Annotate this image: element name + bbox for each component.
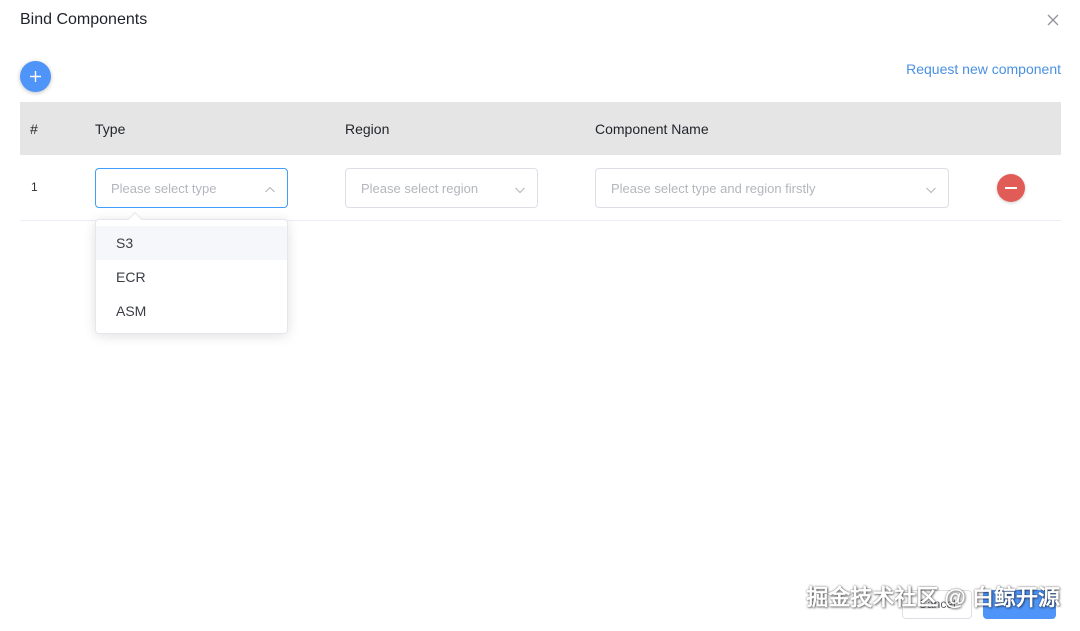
- row-number: 1: [31, 180, 38, 194]
- region-select-placeholder: Please select region: [361, 181, 479, 196]
- header-component-name: Component Name: [595, 121, 709, 137]
- header-num: #: [30, 121, 38, 137]
- header-type: Type: [95, 121, 126, 137]
- close-icon: [1044, 11, 1062, 29]
- minus-icon: [1005, 187, 1017, 189]
- remove-row-button[interactable]: [997, 174, 1025, 202]
- chevron-up-icon: [264, 183, 276, 195]
- type-dropdown: S3 ECR ASM: [95, 211, 288, 334]
- type-select[interactable]: Please select type: [95, 168, 288, 208]
- table-header: # Type Region Component Name: [20, 102, 1061, 155]
- header-region: Region: [345, 121, 390, 137]
- type-option-asm[interactable]: ASM: [96, 294, 287, 328]
- table-row: 1 Please select type Please select regio…: [20, 155, 1061, 221]
- chevron-down-icon: [925, 183, 937, 195]
- region-select[interactable]: Please select region: [345, 168, 538, 208]
- component-name-select[interactable]: Please select type and region firstly: [595, 168, 949, 208]
- bind-components-dialog: Bind Components Request new component # …: [0, 0, 1080, 631]
- add-component-button[interactable]: [20, 61, 51, 92]
- type-option-s3[interactable]: S3: [96, 226, 287, 260]
- type-option-ecr[interactable]: ECR: [96, 260, 287, 294]
- request-new-component-link[interactable]: Request new component: [906, 60, 1061, 78]
- chevron-down-icon: [514, 183, 526, 195]
- type-select-placeholder: Please select type: [111, 181, 217, 196]
- dialog-title: Bind Components: [20, 11, 148, 28]
- watermark: 掘金技术社区 @ 白鲸开源: [806, 585, 1060, 610]
- component-name-select-placeholder: Please select type and region firstly: [611, 181, 816, 196]
- close-button[interactable]: [1044, 11, 1062, 29]
